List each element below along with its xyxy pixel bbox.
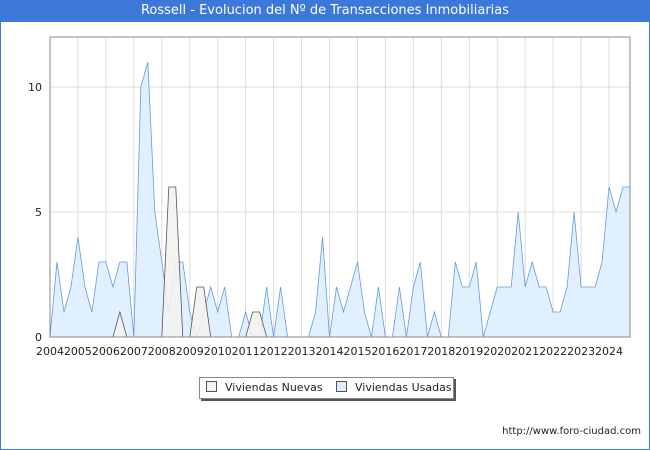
x-tick-label: 2009 [176, 345, 204, 358]
x-tick-label: 2012 [260, 345, 288, 358]
x-tick-label: 2004 [36, 345, 64, 358]
y-tick-label: 5 [35, 206, 42, 219]
x-tick-label: 2022 [539, 345, 567, 358]
x-tick-label: 2005 [64, 345, 92, 358]
x-tick-label: 2023 [567, 345, 595, 358]
x-tick-label: 2006 [92, 345, 120, 358]
legend-label-nuevas: Viviendas Nuevas [225, 381, 323, 394]
x-tick-label: 2015 [343, 345, 371, 358]
source-url[interactable]: http://www.foro-ciudad.com [502, 426, 641, 437]
x-tick-label: 2011 [232, 345, 260, 358]
x-tick-label: 2024 [595, 345, 623, 358]
x-tick-label: 2008 [148, 345, 176, 358]
x-tick-label: 2017 [399, 345, 427, 358]
y-tick-label: 10 [28, 81, 42, 94]
x-tick-label: 2013 [288, 345, 316, 358]
legend-item-nuevas: Viviendas Nuevas [206, 378, 323, 398]
chart-legend: Viviendas Nuevas Viviendas Usadas [199, 377, 454, 399]
x-tick-label: 2016 [371, 345, 399, 358]
legend-swatch-usadas [336, 381, 347, 392]
x-tick-label: 2014 [316, 345, 344, 358]
x-tick-label: 2010 [204, 345, 232, 358]
x-tick-label: 2019 [455, 345, 483, 358]
y-tick-label: 0 [35, 331, 42, 344]
x-tick-label: 2020 [483, 345, 511, 358]
x-tick-label: 2018 [427, 345, 455, 358]
legend-item-usadas: Viviendas Usadas [336, 378, 452, 398]
x-tick-label: 2007 [120, 345, 148, 358]
legend-swatch-nuevas [206, 381, 217, 392]
x-tick-label: 2021 [511, 345, 539, 358]
legend-label-usadas: Viviendas Usadas [355, 381, 452, 394]
